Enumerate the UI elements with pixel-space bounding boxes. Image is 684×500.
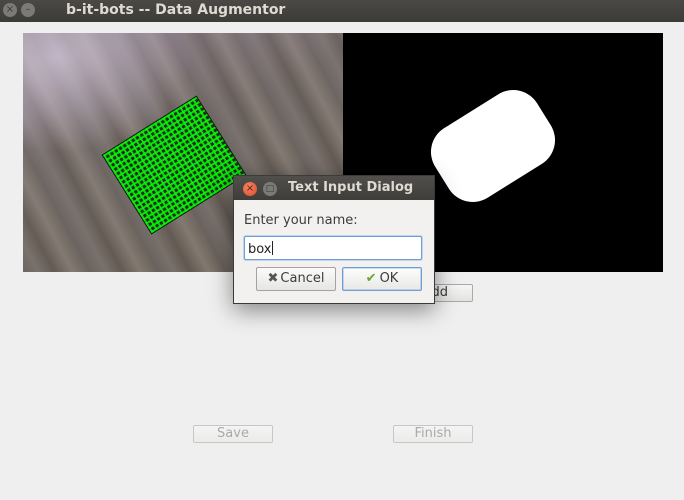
cancel-button-label: Cancel [280,271,325,286]
ok-button[interactable]: ✔ OK [342,267,422,291]
name-input-value: box [248,242,272,257]
ok-button-label: OK [379,271,399,286]
finish-button[interactable]: Finish [393,425,473,443]
text-caret [271,241,273,255]
window-minimize-icon[interactable]: – [21,3,35,17]
cancel-icon: ✖ [267,271,279,286]
window-titlebar: × – b-it-bots -- Data Augmentor [0,0,684,22]
name-input[interactable]: box [244,236,422,260]
dialog-titlebar: × □ Text Input Dialog [234,176,434,200]
dialog-close-icon[interactable]: × [243,182,257,196]
check-icon: ✔ [365,271,377,286]
window-close-icon[interactable]: × [3,3,17,17]
text-input-dialog: × □ Text Input Dialog Enter your name: b… [233,175,435,304]
cancel-button[interactable]: ✖ Cancel [256,267,336,291]
dialog-title: Text Input Dialog [288,180,414,195]
save-button[interactable]: Save [193,425,273,443]
dialog-prompt: Enter your name: [244,213,358,228]
window-title: b-it-bots -- Data Augmentor [66,2,286,18]
dialog-maximize-icon[interactable]: □ [263,182,277,196]
object-mask [420,79,566,213]
